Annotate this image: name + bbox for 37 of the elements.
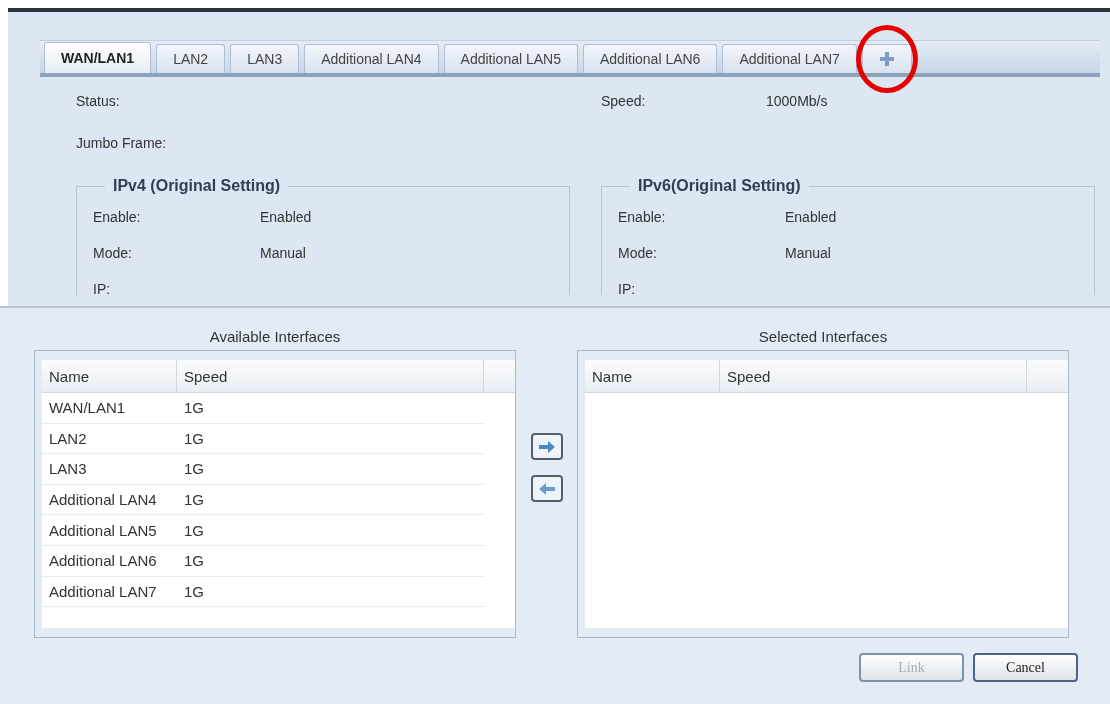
field-value: Manual [260, 245, 306, 261]
column-header[interactable]: Speed [720, 360, 1027, 392]
tab[interactable]: WAN/LAN1 [44, 42, 152, 73]
tab[interactable]: Additional LAN7 [722, 44, 857, 73]
tab[interactable]: LAN2 [156, 44, 226, 73]
column-header[interactable]: Speed [177, 360, 484, 392]
table-row[interactable]: LAN3 1G [42, 454, 484, 485]
column-header[interactable]: Name [585, 360, 720, 392]
field-value: Enabled [785, 209, 837, 225]
list-title: Selected Interfaces [758, 326, 888, 347]
tab[interactable]: LAN3 [230, 44, 300, 73]
group-title: IPv6(Original Setting) [637, 177, 802, 195]
field-value: 1000Mb/s [766, 93, 828, 109]
group-title: IPv4 (Original Setting) [112, 177, 282, 195]
field-label: Mode: [93, 245, 132, 261]
field-value: Manual [785, 245, 831, 261]
field-label: Jumbo Frame: [76, 135, 167, 151]
table-row[interactable]: Additional LAN4 1G [42, 484, 484, 516]
tab[interactable]: Additional LAN5 [443, 44, 578, 73]
table-row[interactable]: Additional LAN5 1G [42, 515, 484, 546]
list-title: Available Interfaces [209, 326, 341, 347]
field-label: Status: [76, 93, 120, 109]
field-label: Speed: [601, 93, 647, 109]
field-label: Mode: [618, 245, 657, 261]
tab[interactable]: Additional LAN4 [304, 44, 439, 73]
field-label: Enable: [93, 209, 141, 225]
dialog-button[interactable]: Cancel [973, 653, 1078, 682]
column-header[interactable]: Name [42, 360, 177, 392]
field-label: Enable: [618, 209, 666, 225]
tab[interactable]: Additional LAN6 [583, 44, 718, 73]
table-row[interactable]: LAN2 1G [42, 423, 484, 455]
field-value: Enabled [260, 209, 312, 225]
table-row[interactable]: Additional LAN7 1G [42, 576, 484, 608]
field-label: IP: [618, 281, 636, 297]
field-label: IP: [93, 281, 111, 297]
table-row[interactable]: Additional LAN6 1G [42, 545, 484, 577]
table-row[interactable]: WAN/LAN1 1G [42, 393, 484, 424]
